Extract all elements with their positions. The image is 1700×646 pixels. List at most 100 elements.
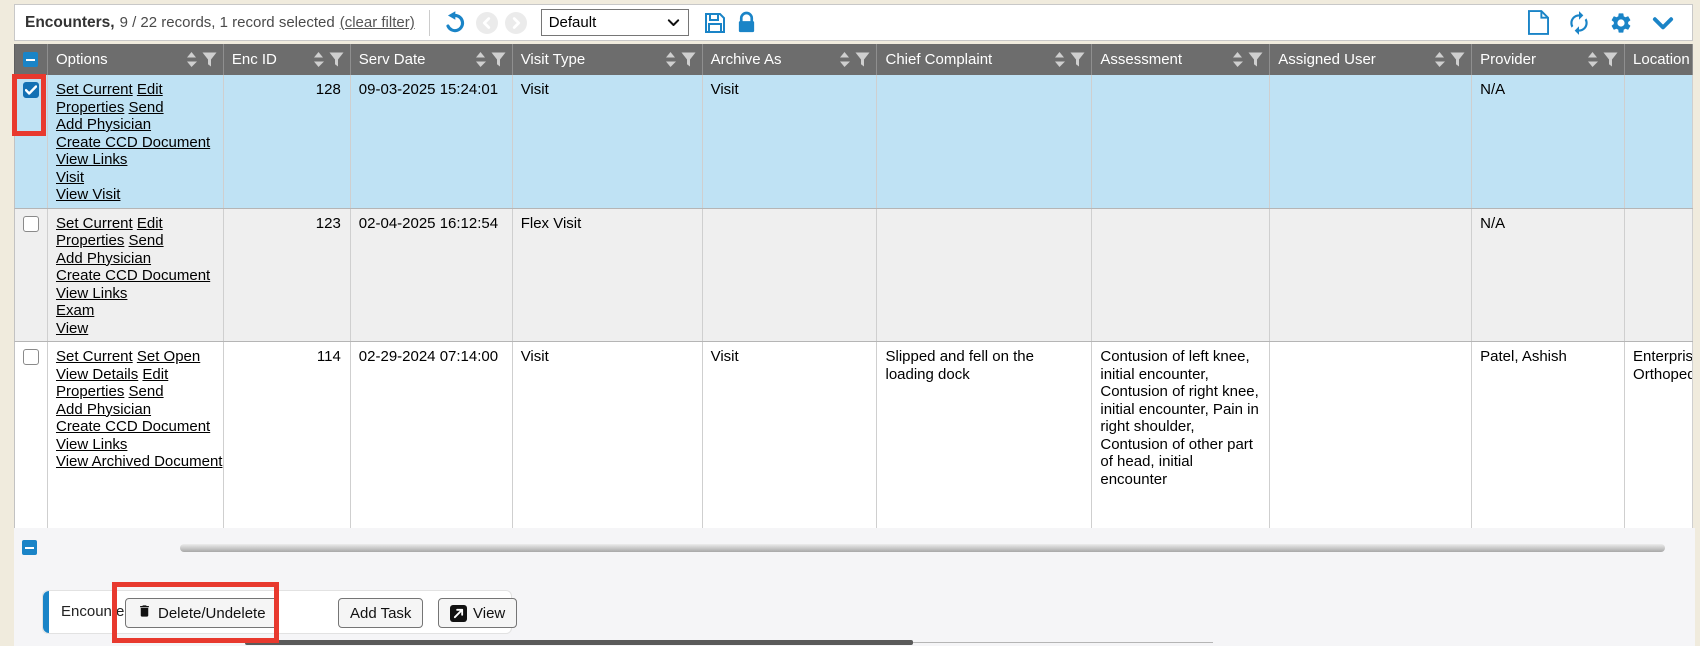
cell-location (1625, 75, 1693, 208)
row-option-link[interactable]: View Visit (56, 186, 120, 203)
row-checkbox[interactable] (23, 216, 39, 232)
view-select[interactable]: Default (541, 9, 689, 36)
new-document-icon[interactable] (1528, 10, 1549, 35)
sort-icon[interactable] (186, 52, 197, 67)
column-header-visit-type[interactable]: Visit Type (513, 44, 703, 75)
trash-icon (137, 603, 152, 623)
filter-funnel-icon[interactable] (681, 52, 696, 67)
filter-funnel-icon[interactable] (1070, 52, 1085, 67)
row-option-link[interactable]: Edit (137, 81, 163, 98)
cell-assessment (1092, 209, 1270, 342)
collapse-all-icon[interactable] (23, 52, 38, 67)
filter-funnel-icon[interactable] (1450, 52, 1465, 67)
row-option-link[interactable]: Edit (142, 366, 168, 383)
cell-serv-date: 02-29-2024 07:14:00 (351, 342, 513, 529)
table-row-enc-123: Set Current Edit Properties SendAdd Physi… (14, 209, 1693, 343)
table-horizontal-scrollbar[interactable] (180, 544, 1665, 552)
column-header-archive-as[interactable]: Archive As (703, 44, 878, 75)
filter-funnel-icon[interactable] (1248, 52, 1263, 67)
row-option-link[interactable]: Create CCD Document (56, 267, 210, 284)
sort-icon[interactable] (1434, 52, 1445, 67)
row-option-link[interactable]: View Links (56, 436, 127, 453)
cell-chief-complaint: Slipped and fell on the loading dock (877, 342, 1092, 529)
sort-icon[interactable] (313, 52, 324, 67)
row-option-link[interactable]: Create CCD Document (56, 134, 210, 151)
clear-filter-link[interactable]: (clear filter) (340, 14, 415, 31)
row-option-link[interactable]: View (56, 320, 88, 337)
column-header-assessment[interactable]: Assessment (1092, 44, 1270, 75)
row-checkbox[interactable] (23, 349, 39, 365)
refresh-icon[interactable] (1566, 10, 1592, 36)
view-button[interactable]: View (438, 598, 517, 628)
encounter-action-panel: Encounter Delete/Undelete Add Task View (42, 590, 512, 634)
cell-assigned-user (1270, 342, 1472, 529)
row-option-link[interactable]: View Archived Document (56, 453, 222, 470)
row-option-link[interactable]: Visit (56, 169, 84, 186)
row-option-link[interactable]: Add Physician (56, 116, 151, 133)
filter-funnel-icon[interactable] (855, 52, 870, 67)
row-option-link[interactable]: Send (129, 383, 164, 400)
settings-gear-icon[interactable] (1609, 11, 1633, 35)
sort-icon[interactable] (839, 52, 850, 67)
cell-archive-as (703, 209, 878, 342)
filter-funnel-icon[interactable] (491, 52, 506, 67)
row-option-link[interactable]: View Details (56, 366, 138, 383)
next-record-button[interactable] (505, 12, 527, 34)
undo-icon[interactable] (444, 10, 469, 35)
column-label: Chief Complaint (885, 51, 992, 68)
filter-funnel-icon[interactable] (1603, 52, 1618, 67)
row-option-link[interactable]: Send (129, 99, 164, 116)
row-option-link[interactable]: Send (129, 232, 164, 249)
column-header-location[interactable]: Location (1625, 44, 1693, 75)
column-header-options[interactable]: Options (48, 44, 224, 75)
save-view-icon[interactable] (703, 11, 727, 35)
column-header-enc-id[interactable]: Enc ID (224, 44, 351, 75)
column-label: Location (1633, 51, 1690, 68)
row-option-link[interactable]: View Links (56, 151, 127, 168)
row-option-link[interactable]: Properties (56, 232, 124, 249)
filter-funnel-icon[interactable] (329, 52, 344, 67)
row-options-cell: Set Current Edit Properties SendAdd Physi… (48, 75, 224, 208)
column-label: Provider (1480, 51, 1536, 68)
sort-icon[interactable] (1054, 52, 1065, 67)
sort-icon[interactable] (1587, 52, 1598, 67)
row-option-link[interactable]: Set Current (56, 81, 133, 98)
filter-funnel-icon[interactable] (202, 52, 217, 67)
row-option-link[interactable]: Set Open (137, 348, 200, 365)
row-option-link[interactable]: Exam (56, 302, 94, 319)
column-header-chief-complaint[interactable]: Chief Complaint (877, 44, 1092, 75)
row-option-link[interactable]: Edit (137, 215, 163, 232)
delete-undelete-button[interactable]: Delete/Undelete (125, 598, 278, 628)
sort-icon[interactable] (475, 52, 486, 67)
cell-location: Enterpris Orthoped (1625, 342, 1693, 529)
column-header-provider[interactable]: Provider (1472, 44, 1625, 75)
add-task-button[interactable]: Add Task (338, 598, 423, 628)
cell-serv-date: 02-04-2025 16:12:54 (351, 209, 513, 342)
table-footer: Encounter Delete/Undelete Add Task View (14, 528, 1695, 646)
chevron-down-icon[interactable] (1650, 10, 1676, 36)
panel-group-label: Encounter (61, 603, 129, 620)
prev-record-button[interactable] (476, 12, 498, 34)
cell-visit-type: Flex Visit (513, 209, 703, 342)
row-option-link[interactable]: Set Current (56, 215, 133, 232)
add-task-label: Add Task (350, 605, 411, 622)
row-option-link[interactable]: Properties (56, 99, 124, 116)
row-option-link[interactable]: Add Physician (56, 250, 151, 267)
cell-assessment (1092, 75, 1270, 208)
column-header-assigned-user[interactable]: Assigned User (1270, 44, 1472, 75)
row-checkbox[interactable] (23, 82, 39, 98)
row-option-link[interactable]: View Links (56, 285, 127, 302)
lock-icon[interactable] (736, 11, 757, 35)
sort-icon[interactable] (665, 52, 676, 67)
table-row-enc-128: Set Current Edit Properties SendAdd Physi… (14, 75, 1693, 209)
bottom-scrollbar-thumb[interactable] (245, 640, 913, 645)
row-option-link[interactable]: Add Physician (56, 401, 151, 418)
row-option-link[interactable]: Set Current (56, 348, 133, 365)
collapse-panel-icon[interactable] (22, 540, 37, 555)
column-label: Assigned User (1278, 51, 1376, 68)
column-header-serv-date[interactable]: Serv Date (351, 44, 513, 75)
column-label: Enc ID (232, 51, 277, 68)
sort-icon[interactable] (1232, 52, 1243, 67)
row-option-link[interactable]: Properties (56, 383, 124, 400)
row-option-link[interactable]: Create CCD Document (56, 418, 210, 435)
